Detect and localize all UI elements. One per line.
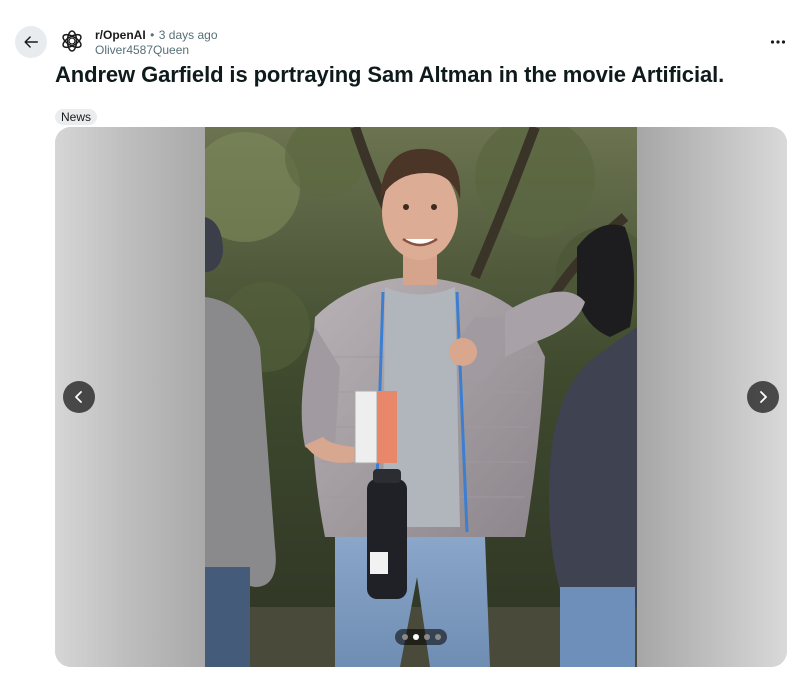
chevron-left-icon (75, 391, 82, 403)
pagination-dot[interactable] (423, 634, 430, 640)
ellipsis-icon (770, 40, 786, 44)
post-title[interactable]: Andrew Garfield is portraying Sam Altman… (55, 62, 724, 88)
post-time: 3 days ago (158, 28, 218, 42)
author-link[interactable]: Oliver4587Queen (95, 43, 218, 58)
meta-separator: • (150, 28, 155, 42)
gallery-pagination (395, 629, 447, 645)
back-button[interactable] (15, 26, 47, 58)
chevron-right-icon (760, 391, 767, 403)
more-options-button[interactable] (766, 32, 790, 52)
gallery-image[interactable] (205, 127, 637, 667)
gallery-next-button[interactable] (747, 381, 779, 413)
pagination-dot-active[interactable] (412, 634, 419, 640)
gallery-prev-button[interactable] (63, 381, 95, 413)
arrow-left-icon (24, 36, 39, 48)
flair-badge[interactable]: News (55, 109, 98, 125)
subreddit-link[interactable]: r/OpenAI (95, 28, 146, 42)
photo-illustration (205, 127, 637, 667)
pagination-dot[interactable] (401, 634, 408, 640)
post-meta: r/OpenAI • 3 days ago Oliver4587Queen (95, 27, 218, 58)
image-gallery[interactable] (55, 127, 787, 667)
pagination-dot[interactable] (434, 634, 441, 640)
subreddit-avatar[interactable] (59, 28, 85, 54)
openai-logo-icon (62, 30, 82, 52)
